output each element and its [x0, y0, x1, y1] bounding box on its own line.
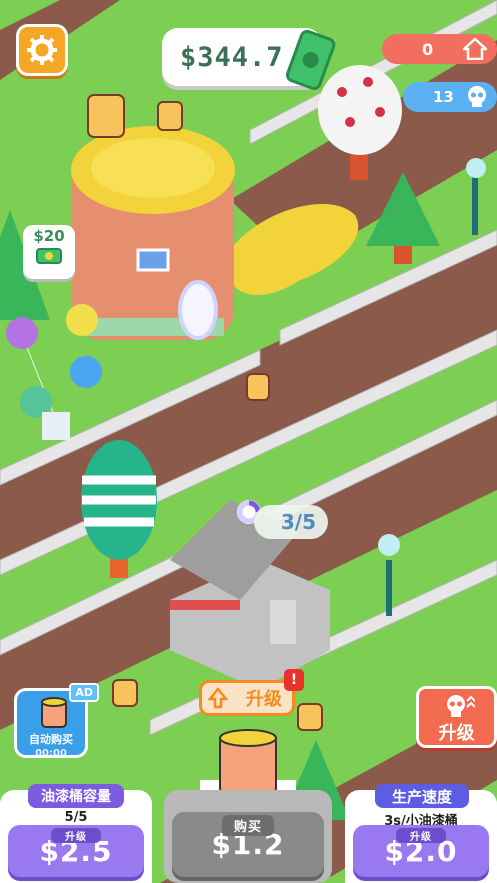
- ad-badge: AD: [69, 683, 99, 702]
- capacity-upgrade-button[interactable]: 升级 $2.5: [8, 825, 144, 877]
- buy-button[interactable]: 购买 $1.2: [172, 812, 324, 877]
- speed-panel: 生产速度 3s/小油漆桶 升级 $2.0: [345, 784, 497, 883]
- build-progress-value: 3/5: [280, 510, 316, 534]
- house-icon: [463, 38, 487, 60]
- speed-level-button[interactable]: 升级 $2.0: [353, 825, 489, 877]
- cash-icon: [286, 29, 336, 90]
- shop-price: $20: [33, 227, 65, 245]
- cash-stack-icon: [36, 248, 62, 264]
- upgrade-label: 升级: [246, 689, 282, 710]
- alert-badge: !: [284, 669, 304, 691]
- gem-counter: 13: [403, 82, 497, 112]
- upgrade-button[interactable]: 升级 !: [199, 669, 304, 716]
- buy-panel: 购买 $1.2: [164, 790, 332, 883]
- gear-icon: [27, 35, 57, 65]
- build-progress: 3/5: [254, 505, 328, 539]
- buy-label: 购买: [221, 815, 275, 836]
- shop-price-tag[interactable]: $20: [23, 225, 75, 279]
- money-value: $344.7: [180, 41, 284, 73]
- auto-buy-label: 自动购买: [29, 733, 73, 746]
- home-counter: 0: [382, 34, 497, 64]
- skull-arrows-icon: [447, 695, 475, 717]
- gem-count: 13: [433, 88, 454, 106]
- home-count: 0: [422, 39, 434, 59]
- speed-upgrade-button[interactable]: 升级: [416, 686, 497, 748]
- settings-button[interactable]: [16, 24, 68, 76]
- capacity-title: 油漆桶容量: [28, 784, 124, 808]
- paint-bucket-tower: [71, 126, 235, 340]
- capacity-level-tag: 升级: [51, 828, 101, 843]
- paint-bucket-icon: [41, 697, 67, 728]
- game-scene: $344.7 0 13 $20 3/5 升级 ! 升级 AD 自动购买 00:0…: [0, 0, 497, 883]
- auto-buy-timer: 00:00: [35, 748, 67, 759]
- arrow-up-icon: [208, 687, 228, 709]
- speed-upgrade-label: 升级: [438, 723, 475, 744]
- auto-buy-button[interactable]: AD 自动购买 00:00: [14, 683, 99, 759]
- speed-level-tag: 升级: [396, 828, 446, 843]
- skull-icon: [468, 86, 486, 107]
- speed-title: 生产速度: [375, 784, 469, 808]
- capacity-value: 5/5: [64, 810, 88, 825]
- capacity-panel: 油漆桶容量 5/5 升级 $2.5: [0, 784, 152, 883]
